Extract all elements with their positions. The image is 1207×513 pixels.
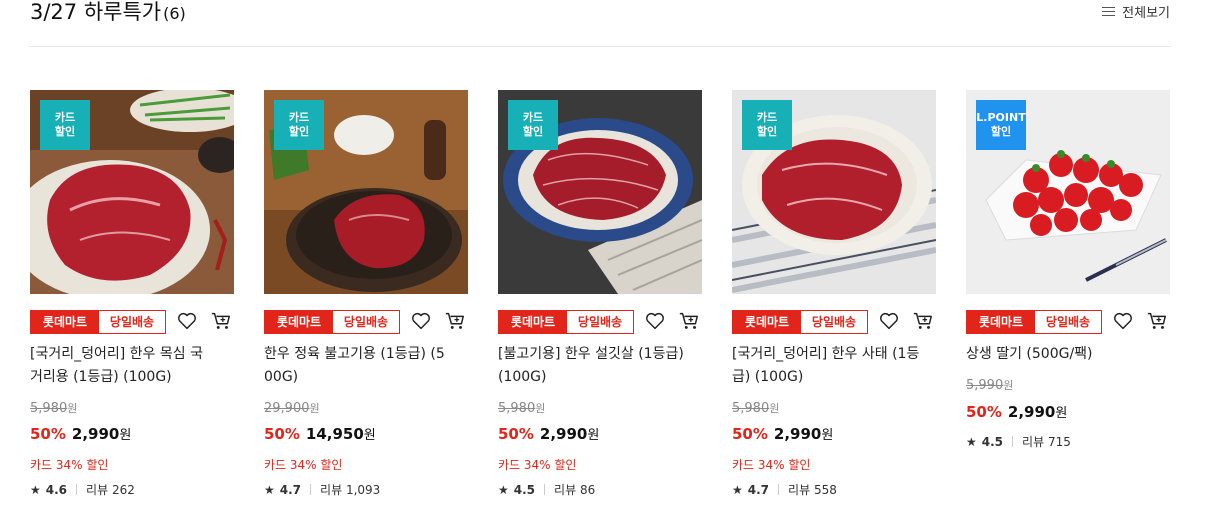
card-discount-text: 카드 34% 할인 — [264, 458, 343, 472]
lottemart-tag: 롯데마트 — [498, 310, 568, 334]
original-price: 5,980원 — [498, 401, 546, 416]
rating: ★ 4.5 리뷰 715 — [966, 434, 1071, 450]
card-discount-badge: 카드 할인 — [40, 100, 90, 150]
menu-icon — [1102, 4, 1116, 19]
product-card[interactable]: 카드 할인 롯데마트 당일배송 [국거리_덩어리] 한우 목심 국 거리용 (1등급… — [30, 90, 234, 497]
cart-icon[interactable] — [1146, 310, 1168, 332]
card-discount-badge: 카드 할인 — [508, 100, 558, 150]
sale-price: 50% 14,950원 — [264, 425, 376, 443]
heart-icon[interactable] — [644, 310, 666, 332]
product-image[interactable]: L.POINT 할인 — [966, 90, 1170, 294]
product-image[interactable]: 카드 할인 — [30, 90, 234, 294]
sale-price: 50% 2,990원 — [966, 403, 1068, 421]
card-discount-text: 카드 34% 할인 — [30, 458, 109, 472]
product-card[interactable]: 카드 할인 롯데마트 당일배송 [국거리_덩어리] 한우 사태 (1등 급) (10… — [732, 90, 936, 497]
product-name[interactable]: 상생 딸기 (500G/팩) — [966, 343, 1170, 366]
view-all-button[interactable]: 전체보기 — [1102, 2, 1170, 21]
item-count: (6) — [163, 4, 186, 23]
tags-row: 롯데마트 당일배송 — [498, 310, 702, 334]
product-card[interactable]: 카드 할인 롯데마트 당일배송 [불고기용] 한우 설깃살 (1등급) (100G)… — [498, 90, 702, 497]
original-price: 5,990원 — [966, 378, 1014, 393]
heart-icon[interactable] — [878, 310, 900, 332]
product-name[interactable]: [국거리_덩어리] 한우 사태 (1등 급) (100G) — [732, 343, 936, 389]
original-price: 5,980원 — [30, 401, 78, 416]
heart-icon[interactable] — [176, 310, 198, 332]
section-title: 3/27 하루특가 (6) — [30, 0, 186, 26]
product-name[interactable]: [불고기용] 한우 설깃살 (1등급) (100G) — [498, 343, 702, 389]
lottemart-tag: 롯데마트 — [732, 310, 802, 334]
same-day-delivery-tag: 당일배송 — [800, 310, 868, 334]
same-day-delivery-tag: 당일배송 — [332, 310, 400, 334]
rating: ★ 4.5 리뷰 86 — [498, 482, 596, 498]
sale-price: 50% 2,990원 — [30, 425, 132, 443]
heart-icon[interactable] — [410, 310, 432, 332]
star-icon: ★ — [264, 482, 275, 497]
lottemart-tag: 롯데마트 — [30, 310, 100, 334]
tags-row: 롯데마트 당일배송 — [966, 310, 1170, 334]
product-name[interactable]: [국거리_덩어리] 한우 목심 국 거리용 (1등급) (100G) — [30, 343, 234, 389]
star-icon: ★ — [966, 434, 977, 449]
tags-row: 롯데마트 당일배송 — [30, 310, 234, 334]
original-price: 29,900원 — [264, 401, 320, 416]
rating: ★ 4.6 리뷰 262 — [30, 482, 135, 498]
card-discount-text: 카드 34% 할인 — [732, 458, 811, 472]
rating: ★ 4.7 리뷰 558 — [732, 482, 837, 498]
same-day-delivery-tag: 당일배송 — [566, 310, 634, 334]
product-image[interactable]: 카드 할인 — [732, 90, 936, 294]
cart-icon[interactable] — [210, 310, 232, 332]
lottemart-tag: 롯데마트 — [966, 310, 1036, 334]
section-header: 3/27 하루특가 (6) 전체보기 — [30, 0, 1170, 47]
cart-icon[interactable] — [678, 310, 700, 332]
card-discount-badge: 카드 할인 — [742, 100, 792, 150]
same-day-delivery-tag: 당일배송 — [98, 310, 166, 334]
original-price: 5,980원 — [732, 401, 780, 416]
star-icon: ★ — [30, 482, 41, 497]
product-name[interactable]: 한우 정육 불고기용 (1등급) (5 00G) — [264, 343, 468, 389]
card-discount-badge: 카드 할인 — [274, 100, 324, 150]
sale-price: 50% 2,990원 — [732, 425, 834, 443]
product-image[interactable]: 카드 할인 — [264, 90, 468, 294]
star-icon: ★ — [498, 482, 509, 497]
same-day-delivery-tag: 당일배송 — [1034, 310, 1102, 334]
section-title-text: 3/27 하루특가 — [30, 0, 162, 24]
star-icon: ★ — [732, 482, 743, 497]
card-discount-text: 카드 34% 할인 — [498, 458, 577, 472]
lottemart-tag: 롯데마트 — [264, 310, 334, 334]
product-card[interactable]: 카드 할인 롯데마트 당일배송 한우 정육 불고기용 (1등급) (5 00G) 2… — [264, 90, 468, 497]
lpoint-discount-badge: L.POINT 할인 — [976, 100, 1026, 150]
sale-price: 50% 2,990원 — [498, 425, 600, 443]
tags-row: 롯데마트 당일배송 — [732, 310, 936, 334]
product-image[interactable]: 카드 할인 — [498, 90, 702, 294]
cart-icon[interactable] — [444, 310, 466, 332]
tags-row: 롯데마트 당일배송 — [264, 310, 468, 334]
cart-icon[interactable] — [912, 310, 934, 332]
rating: ★ 4.7 리뷰 1,093 — [264, 482, 381, 498]
product-card[interactable]: L.POINT 할인 롯데마트 당일배송 상생 딸기 (500G/팩) 5,990… — [966, 90, 1170, 449]
view-all-label: 전체보기 — [1122, 6, 1170, 21]
heart-icon[interactable] — [1112, 310, 1134, 332]
